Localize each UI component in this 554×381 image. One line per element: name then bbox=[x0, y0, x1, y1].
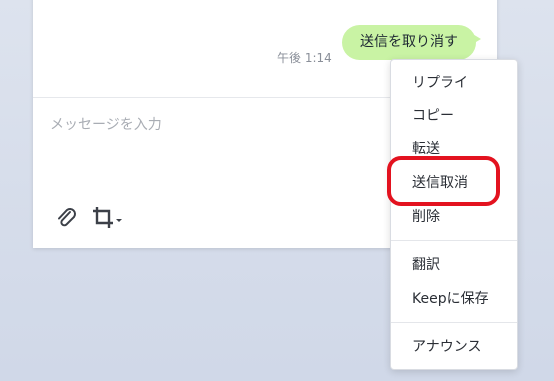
crop-icon[interactable] bbox=[91, 205, 125, 231]
message-timestamp: 午後 1:14 bbox=[277, 51, 332, 65]
menu-separator bbox=[391, 322, 517, 323]
message-context-menu: リプライ コピー 転送 送信取消 削除 翻訳 Keepに保存 アナウンス bbox=[390, 59, 518, 370]
paperclip-icon[interactable] bbox=[53, 205, 79, 231]
highlight-annotation bbox=[387, 156, 500, 206]
message-bubble[interactable]: 送信を取り消す bbox=[342, 25, 476, 60]
menu-separator bbox=[391, 240, 517, 241]
caret-down-icon[interactable] bbox=[115, 205, 123, 231]
menu-item-announce[interactable]: アナウンス bbox=[391, 331, 517, 363]
message-input[interactable] bbox=[50, 113, 380, 137]
menu-item-copy[interactable]: コピー bbox=[391, 100, 517, 132]
menu-item-translate[interactable]: 翻訳 bbox=[391, 249, 517, 281]
menu-item-save-to-keep[interactable]: Keepに保存 bbox=[391, 283, 517, 315]
message-bubble-tail bbox=[471, 33, 481, 45]
menu-item-reply[interactable]: リプライ bbox=[391, 67, 517, 99]
